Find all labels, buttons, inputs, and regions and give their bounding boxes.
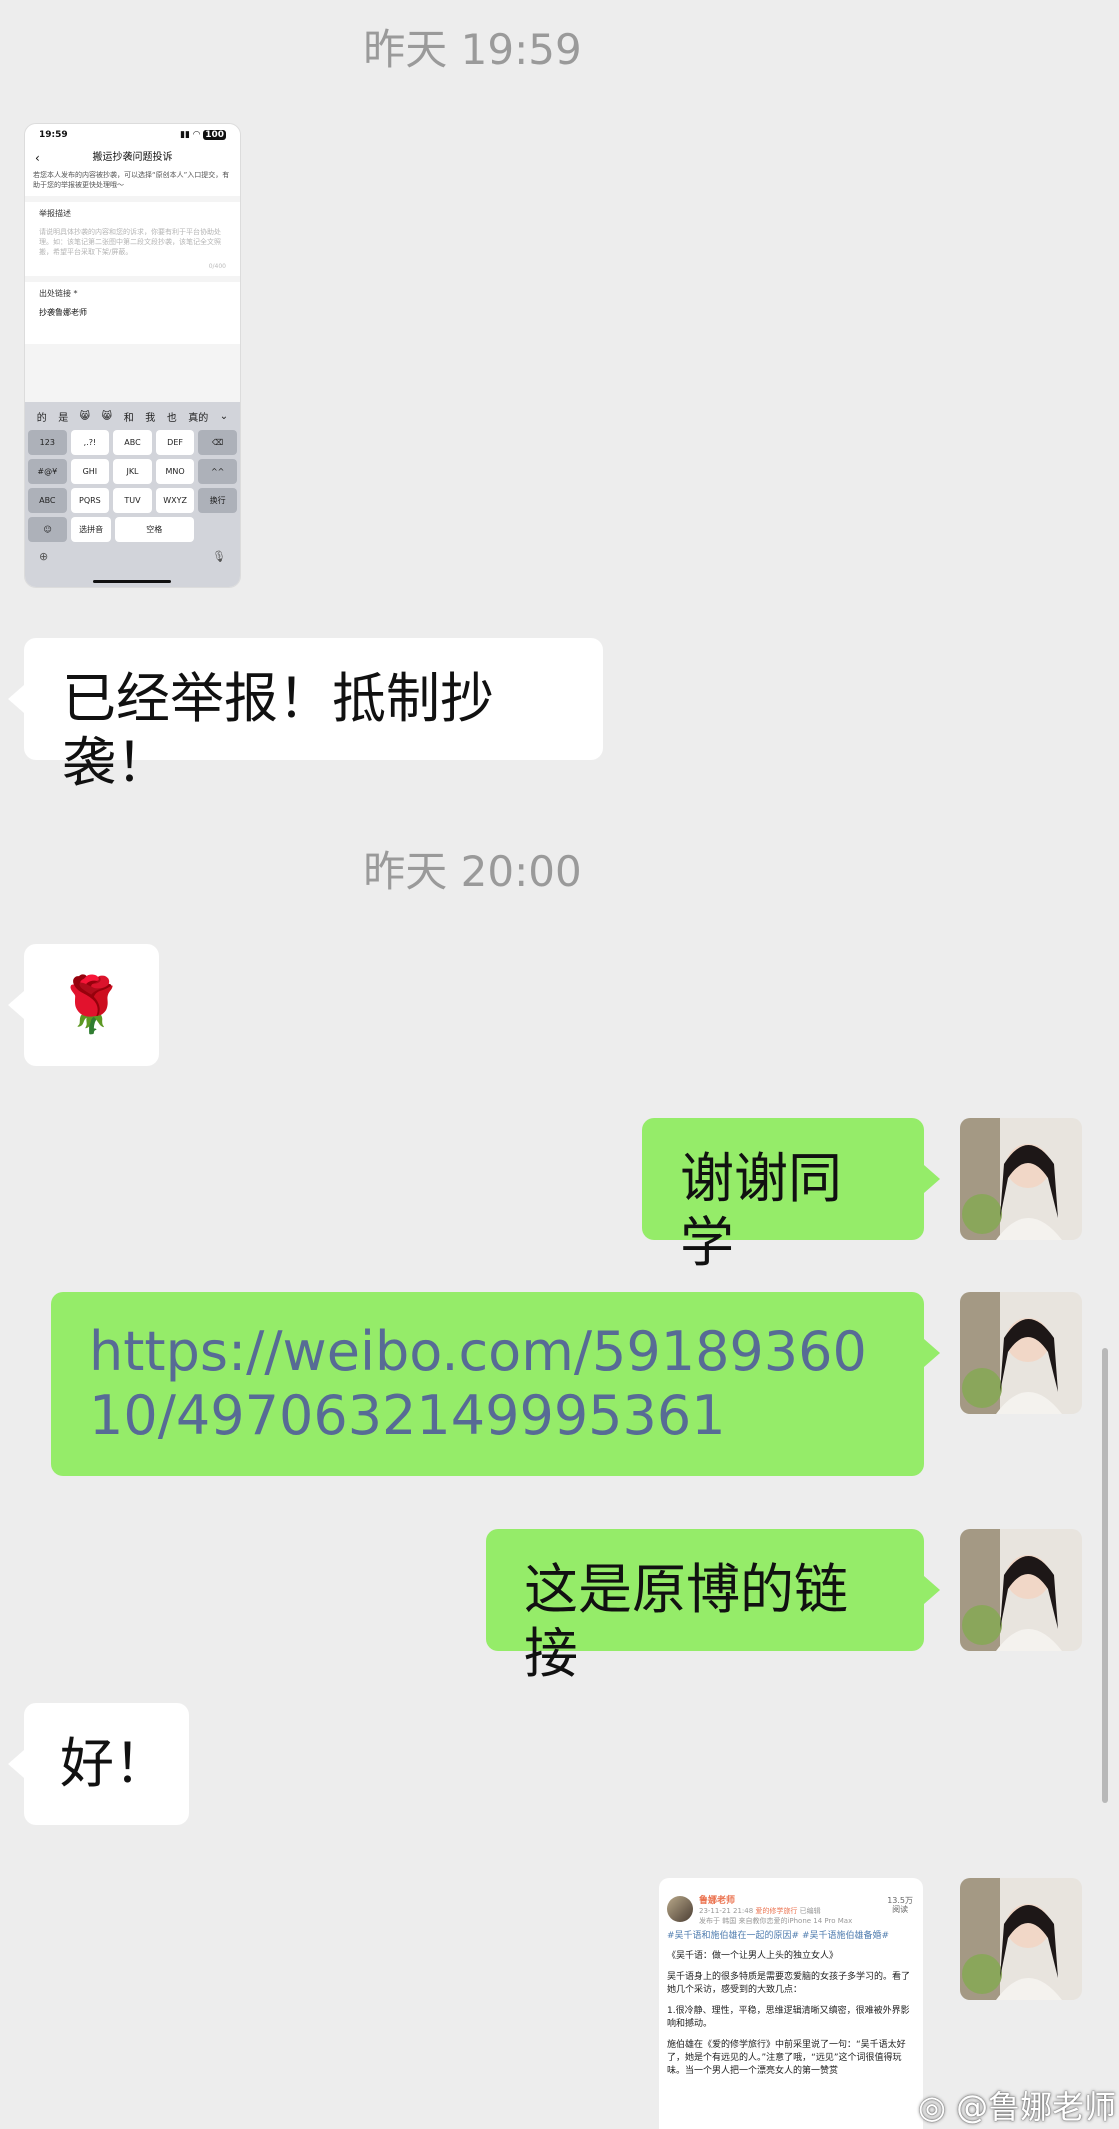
emoticon-key: ^^ [198,459,237,484]
watermark-text: @鲁娜老师 [956,2088,1117,2126]
weibo-time-row: 23-11-21 21:48 爱的修学旅行 已编辑 [699,1906,852,1916]
thumb-nav: ‹ 搬运抄袭问题投诉 [25,146,240,170]
return-key: 换行 [198,488,237,513]
weibo-link[interactable]: https://weibo.com/5918936010/49706321499… [89,1320,867,1447]
key: ABC [28,488,67,513]
key: 123 [28,430,67,455]
weibo-edited: 已编辑 [799,1907,821,1915]
cand: 的 [36,412,47,424]
weibo-source: 发布于 韩国 来自教你恋爱的iPhone 14 Pro Max [699,1917,853,1925]
globe-icon: ⊕ [39,550,49,563]
message-text: 好！ [60,1732,168,1795]
thumb-keyboard: 的 是 😸 😸 和 我 也 真的 ⌄ 123 ,.?! ABC DEF ⌫ #@… [25,402,240,587]
key: ,.?! [70,430,110,455]
weibo-stat-value: 13.5万 [887,1896,913,1905]
weibo-username: 鲁娜老师 [699,1896,736,1906]
thumb-link-card: 出处链接 * 抄袭鲁娜老师 [25,282,240,344]
weibo-paragraph: 1.很冷静、理性，平稳，思维逻辑清晰又缜密，很难被外界影响和撼动。 [667,2006,910,2029]
avatar[interactable] [960,1292,1082,1414]
message-incoming[interactable]: 已经举报！抵制抄袭！ [8,638,603,794]
bubble-tail [924,1165,940,1193]
key: PQRS [70,488,110,513]
weibo-logo-icon: ◎ [918,2088,946,2126]
thumb-desc-card: 举报描述 请说明具体抄袭的内容和您的诉求，你要有利于平台协助处理。如：该笔记第二… [25,202,240,276]
key: DEF [155,430,195,455]
message-text: 这是原博的链接 [524,1558,848,1685]
message-outgoing[interactable]: 这是原博的链接 [486,1529,940,1685]
timestamp-1: 昨天 19:59 [363,25,582,74]
weibo-stat-label: 阅读 [892,1905,909,1914]
avatar-image [960,1878,1082,2000]
message-text: 已经举报！抵制抄袭！ [62,667,494,794]
thumb-link-value: 抄袭鲁娜老师 [39,308,87,317]
avatar[interactable] [960,1529,1082,1651]
key: 选拼音 [71,517,111,542]
thumb-battery-level: 100 [203,130,226,140]
home-indicator [93,580,171,583]
weibo-paragraph: 施伯雄在《爱的修学旅行》中前采里说了一句：“吴千语太好了，她是个有远见的人。”注… [667,2040,906,2076]
cand: 也 [166,412,177,424]
scrollbar[interactable] [1102,1348,1108,1803]
message-incoming[interactable]: 好！ [8,1703,189,1825]
weibo-meta: 鲁娜老师 23-11-21 21:48 爱的修学旅行 已编辑 发布于 韩国 来自… [699,1896,852,1926]
emoji-icon: ☺ [28,517,68,542]
chevron-down-icon: ⌄ [219,410,229,422]
key: WXYZ [155,488,195,513]
cand: 😸 [79,410,91,422]
bubble-tail [924,1339,940,1367]
bubble-tail [8,685,24,713]
back-icon: ‹ [35,151,40,165]
thumb-desc-placeholder: 请说明具体抄袭的内容和您的诉求，你要有利于平台协助处理。如：该笔记第二张图中第二… [39,228,221,256]
thumb-time: 19:59 [39,130,68,140]
bubble-tail [8,1750,24,1778]
avatar[interactable] [960,1118,1082,1240]
weibo-body: 《吴千语：做一个让男人上头的独立女人》 吴千语身上的很多特质是需要恋爱脑的女孩子… [659,1950,923,2078]
message-outgoing-link[interactable]: https://weibo.com/5918936010/49706321499… [51,1292,940,1476]
thumb-candidates: 的 是 😸 😸 和 我 也 真的 ⌄ [25,402,240,430]
key: JKL [113,459,152,484]
key: MNO [155,459,195,484]
cand: 我 [145,412,156,424]
space-key: 空格 [114,517,194,542]
avatar-image [960,1529,1082,1651]
image-message-screenshot[interactable]: 19:59 ▮▮ ◠ 100 ‹ 搬运抄袭问题投诉 若您本人发布的内容被抄袭，可… [24,123,241,588]
thumb-desc-label: 举报描述 [39,209,71,218]
key: GHI [70,459,110,484]
weibo-header: 鲁娜老师 23-11-21 21:48 爱的修学旅行 已编辑 发布于 韩国 来自… [659,1878,923,1930]
thumb-status-bar: 19:59 ▮▮ ◠ 100 [25,124,240,146]
thumb-title: 搬运抄袭问题投诉 [92,152,173,163]
weibo-topic: 爱的修学旅行 [755,1907,798,1915]
weibo-time: 23-11-21 21:48 [699,1907,754,1915]
bubble-tail [924,1576,940,1604]
key: ABC [113,430,152,455]
message-outgoing[interactable]: 谢谢同学 [642,1118,940,1274]
weibo-paragraph: 吴千语身上的很多特质是需要恋爱脑的女孩子多学习的。看了她几个采访，感受到的大致几… [667,1972,911,1995]
thumb-hint: 若您本人发布的内容被抄袭，可以选择“原创本人”入口提交，有助于您的举报被更快处理… [25,170,240,196]
key: TUV [113,488,152,513]
backspace-icon: ⌫ [198,430,237,455]
message-text: 谢谢同学 [680,1147,842,1274]
weibo-stat: 13.5万 阅读 [887,1896,913,1914]
microphone-icon: 🎙 [212,550,226,563]
rose-icon: 🌹 [57,973,126,1036]
weibo-avatar [667,1896,693,1922]
image-message-weibo[interactable]: 鲁娜老师 23-11-21 21:48 爱的修学旅行 已编辑 发布于 韩国 来自… [659,1878,923,2129]
avatar[interactable] [960,1878,1082,2000]
avatar-image [960,1118,1082,1240]
weibo-tags: #吴千语和施伯雄在一起的原因# #吴千语施伯雄备婚# [667,1931,890,1941]
cand: 😸 [101,410,113,422]
thumb-counter: 0/400 [208,263,226,270]
cand: 真的 [188,412,209,424]
watermark: ◎ @鲁娜老师 [918,2082,1116,2128]
weibo-paragraph: 《吴千语：做一个让男人上头的独立女人》 [667,1951,839,1961]
bubble-tail [8,991,24,1019]
thumb-link-label: 出处链接 * [39,289,78,298]
thumb-battery: ▮▮ ◠ 100 [180,130,226,140]
key: #@¥ [28,459,67,484]
avatar-image [960,1292,1082,1414]
cand: 是 [58,412,69,424]
timestamp-2: 昨天 20:00 [363,847,582,896]
message-incoming-emoji[interactable]: 🌹 [8,944,159,1066]
cand: 和 [123,412,134,424]
